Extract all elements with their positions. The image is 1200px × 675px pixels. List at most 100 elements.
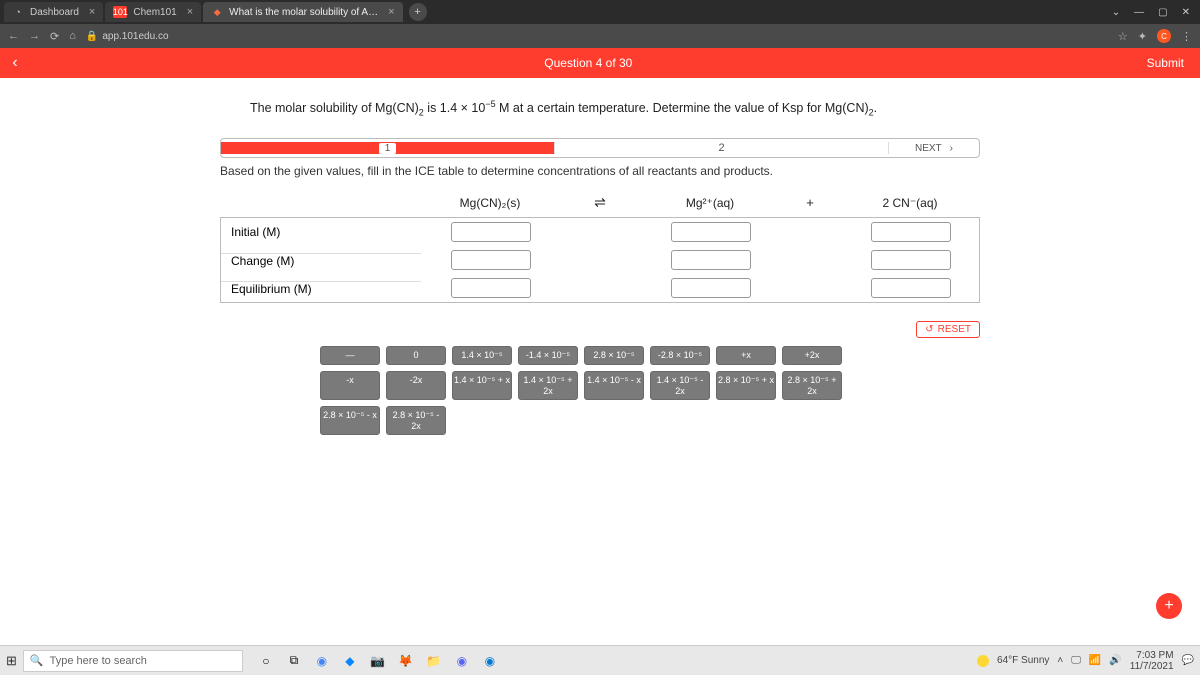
- tab-title: What is the molar solubility of A…: [229, 7, 378, 18]
- app-icon-2[interactable]: 🦊: [397, 652, 415, 670]
- extensions-icon[interactable]: ✦: [1138, 30, 1147, 43]
- equilibrium-arrow-icon: ⇌: [560, 194, 640, 211]
- close-icon[interactable]: ×: [187, 6, 193, 18]
- weather-icon: [977, 655, 989, 667]
- reload-icon[interactable]: ⟳: [50, 30, 59, 43]
- dashboard-favicon: ◔: [12, 6, 24, 18]
- answer-tiles: — 0 1.4 × 10⁻⁵ -1.4 × 10⁻⁵ 2.8 × 10⁻⁵ -2…: [320, 346, 880, 435]
- step-1[interactable]: 1: [221, 142, 555, 154]
- question-text: The molar solubility of Mg(CN)2 is 1.4 ×…: [250, 98, 950, 120]
- tile[interactable]: 1.4 × 10⁻⁵ + x: [452, 371, 512, 400]
- display-icon[interactable]: 🖵: [1071, 655, 1081, 666]
- cell-change-b[interactable]: [671, 250, 751, 270]
- taskbar-search[interactable]: 🔍 Type here to search: [23, 650, 243, 672]
- content-area: The molar solubility of Mg(CN)2 is 1.4 ×…: [0, 78, 1200, 435]
- cell-initial-b[interactable]: [671, 222, 751, 242]
- row-label-initial: Initial (M): [221, 225, 421, 239]
- close-icon[interactable]: ×: [388, 6, 394, 18]
- window-close-icon[interactable]: ✕: [1182, 7, 1190, 18]
- camera-icon[interactable]: 📷: [369, 652, 387, 670]
- forward-icon[interactable]: →: [29, 30, 40, 43]
- back-icon[interactable]: ←: [8, 30, 19, 43]
- notifications-icon[interactable]: 💬: [1182, 655, 1194, 666]
- submit-button[interactable]: Submit: [1147, 56, 1184, 70]
- tray-chevron-icon[interactable]: ˄: [1057, 655, 1063, 666]
- add-fab-button[interactable]: +: [1156, 593, 1182, 619]
- search-icon: 🔍: [30, 654, 44, 667]
- cell-equil-c[interactable]: [871, 278, 951, 298]
- browser-tab-dashboard[interactable]: ◔ Dashboard ×: [4, 2, 103, 22]
- tile[interactable]: -x: [320, 371, 380, 400]
- cell-equil-a[interactable]: [451, 278, 531, 298]
- row-label-change: Change (M): [221, 253, 421, 268]
- plus-sign: +: [780, 195, 840, 210]
- tab-title: Dashboard: [30, 7, 79, 18]
- menu-icon[interactable]: ⋮: [1181, 30, 1192, 43]
- tile[interactable]: 2.8 × 10⁻⁵ - x: [320, 406, 380, 435]
- tile[interactable]: —: [320, 346, 380, 365]
- step-progress: 1 2 NEXT›: [220, 138, 980, 158]
- tile[interactable]: 1.4 × 10⁻⁵ - 2x: [650, 371, 710, 400]
- tile[interactable]: -2.8 × 10⁻⁵: [650, 346, 710, 365]
- tile[interactable]: 1.4 × 10⁻⁵ - x: [584, 371, 644, 400]
- ice-table: Mg(CN)₂(s) ⇌ Mg²⁺(aq) + 2 CN⁻(aq) Initia…: [220, 194, 980, 303]
- home-icon[interactable]: ⌂: [69, 30, 76, 43]
- app-header: ‹ Question 4 of 30 Submit: [0, 48, 1200, 78]
- windows-taskbar: ⊞ 🔍 Type here to search ○ ⧉ ◉ ◆ 📷 🦊 📁 ◉ …: [0, 645, 1200, 675]
- extension-c-icon[interactable]: C: [1157, 29, 1171, 43]
- browser-tab-strip: ◔ Dashboard × 101 Chem101 × ◆ What is th…: [0, 0, 1200, 24]
- cortana-icon[interactable]: ○: [257, 652, 275, 670]
- clock[interactable]: 7:03 PM 11/7/2021: [1130, 650, 1174, 672]
- tile[interactable]: +2x: [782, 346, 842, 365]
- tile[interactable]: 2.8 × 10⁻⁵ + 2x: [782, 371, 842, 400]
- cell-change-c[interactable]: [871, 250, 951, 270]
- chevron-right-icon: ›: [950, 143, 953, 154]
- wifi-icon[interactable]: 📶: [1089, 655, 1101, 666]
- back-button[interactable]: ‹: [0, 54, 30, 72]
- tile[interactable]: -1.4 × 10⁻⁵: [518, 346, 578, 365]
- start-button[interactable]: ⊞: [6, 653, 17, 669]
- close-icon[interactable]: ×: [89, 6, 95, 18]
- weather-text[interactable]: 64°F Sunny: [997, 655, 1049, 666]
- maximize-icon[interactable]: ▢: [1158, 7, 1167, 18]
- tile[interactable]: 1.4 × 10⁻⁵: [452, 346, 512, 365]
- browser-tab-chem101[interactable]: 101 Chem101 ×: [105, 2, 201, 22]
- tile[interactable]: -2x: [386, 371, 446, 400]
- cell-change-a[interactable]: [451, 250, 531, 270]
- step-2[interactable]: 2: [555, 142, 889, 154]
- volume-icon[interactable]: 🔊: [1109, 655, 1121, 666]
- tile[interactable]: 2.8 × 10⁻⁵ + x: [716, 371, 776, 400]
- undo-icon: ↺: [925, 324, 933, 335]
- tile[interactable]: 0: [386, 346, 446, 365]
- url-text: app.101edu.co: [102, 31, 168, 42]
- chrome-icon[interactable]: ◉: [313, 652, 331, 670]
- task-view-icon[interactable]: ⧉: [285, 652, 303, 670]
- new-tab-button[interactable]: +: [409, 3, 427, 21]
- cell-initial-c[interactable]: [871, 222, 951, 242]
- tile[interactable]: 2.8 × 10⁻⁵ - 2x: [386, 406, 446, 435]
- url-display[interactable]: 🔒 app.101edu.co: [86, 31, 169, 42]
- discord-icon[interactable]: ◉: [453, 652, 471, 670]
- tile[interactable]: 1.4 × 10⁻⁵ + 2x: [518, 371, 578, 400]
- star-icon[interactable]: ☆: [1118, 30, 1128, 43]
- edge-icon[interactable]: ◉: [481, 652, 499, 670]
- tab-title: Chem101: [133, 7, 176, 18]
- cell-equil-b[interactable]: [671, 278, 751, 298]
- chevron-down-icon[interactable]: ⌄: [1112, 7, 1120, 18]
- row-label-equilibrium: Equilibrium (M): [221, 281, 421, 296]
- address-bar: ← → ⟳ ⌂ 🔒 app.101edu.co ☆ ✦ C ⋮: [0, 24, 1200, 48]
- search-placeholder: Type here to search: [50, 655, 147, 667]
- chem101-favicon: 101: [113, 6, 127, 18]
- file-explorer-icon[interactable]: 📁: [425, 652, 443, 670]
- cell-initial-a[interactable]: [451, 222, 531, 242]
- question-indicator: Question 4 of 30: [544, 56, 632, 70]
- step-instruction: Based on the given values, fill in the I…: [220, 164, 980, 178]
- reset-button[interactable]: ↺ RESET: [916, 321, 980, 338]
- site-favicon: ◆: [211, 6, 223, 18]
- minimize-icon[interactable]: —: [1134, 7, 1144, 18]
- browser-tab-active[interactable]: ◆ What is the molar solubility of A… ×: [203, 2, 402, 22]
- tile[interactable]: 2.8 × 10⁻⁵: [584, 346, 644, 365]
- next-button[interactable]: NEXT›: [889, 143, 979, 154]
- app-icon[interactable]: ◆: [341, 652, 359, 670]
- tile[interactable]: +x: [716, 346, 776, 365]
